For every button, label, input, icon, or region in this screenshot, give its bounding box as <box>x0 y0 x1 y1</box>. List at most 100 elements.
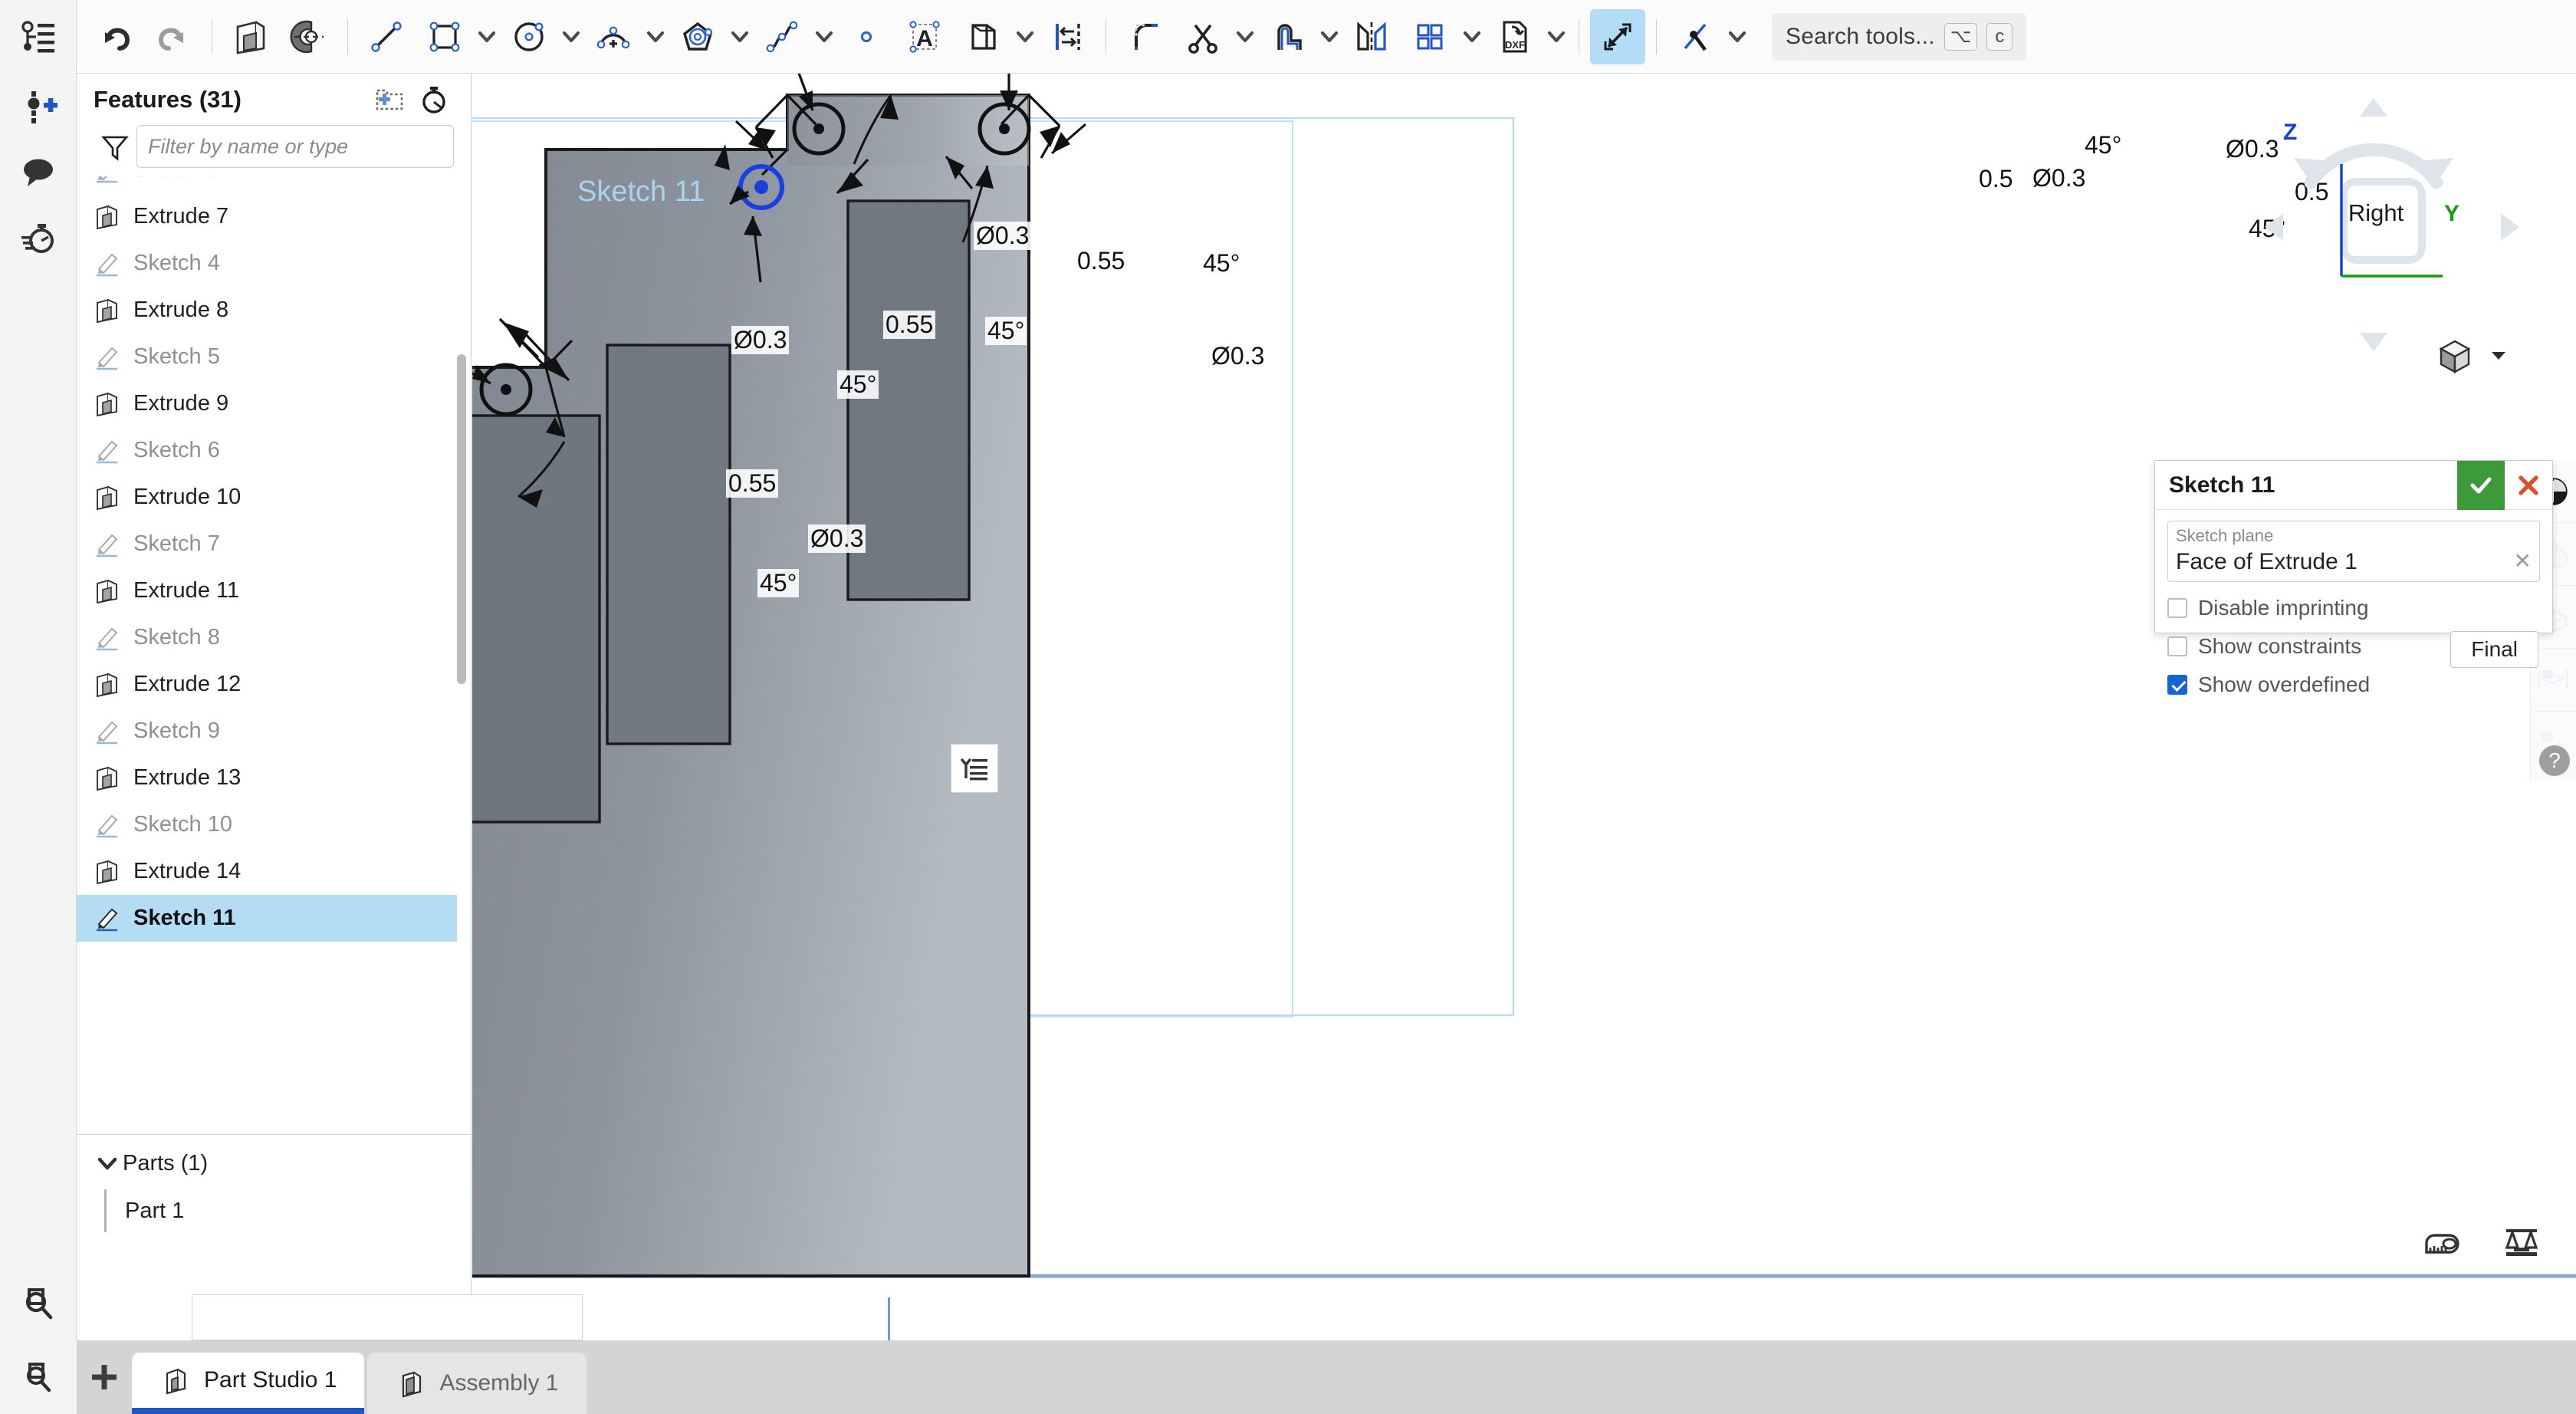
rollback-timer-button[interactable] <box>414 80 454 120</box>
graphics-viewport[interactable]: Sketch 11 Ø0.345°Ø0.30.50.545°Ø0.30.5545… <box>472 74 2576 1340</box>
feature-item-sketch-7[interactable]: Sketch 7 <box>77 521 457 567</box>
feature-item-sketch-4[interactable]: Sketch 4 <box>77 240 457 287</box>
feature-item-extrude-10[interactable]: Extrude 10 <box>77 474 457 521</box>
polygon-tool-button[interactable] <box>670 9 725 64</box>
final-button[interactable]: Final <box>2450 631 2538 668</box>
spline-dropdown[interactable] <box>811 9 837 64</box>
parts-header[interactable]: Parts (1) <box>77 1139 472 1187</box>
insert-feature-button[interactable] <box>0 74 77 140</box>
point-tool-button[interactable] <box>839 9 894 64</box>
sketch-accept-button[interactable] <box>2457 460 2505 510</box>
feature-item-sketch-3[interactable]: Sketch 3 <box>77 176 457 193</box>
undo-button[interactable] <box>87 9 143 64</box>
tab-resize-handle[interactable] <box>888 1297 890 1340</box>
arc-tool-button[interactable] <box>586 9 641 64</box>
dimension-label-d2[interactable]: 45° <box>2082 131 2124 159</box>
circle-dropdown[interactable] <box>558 9 584 64</box>
arc-dropdown[interactable] <box>642 9 669 64</box>
dimension-tool-button[interactable] <box>1590 8 1645 64</box>
linear-pattern-button[interactable] <box>1402 9 1457 64</box>
mirror-tool-button[interactable] <box>1344 9 1399 64</box>
line-tool-button[interactable] <box>359 9 414 64</box>
polygon-dropdown[interactable] <box>727 9 753 64</box>
feature-list[interactable]: Extrude 6Sketch 3Extrude 7Sketch 4Extrud… <box>77 176 472 1135</box>
feature-item-extrude-7[interactable]: Extrude 7 <box>77 193 457 240</box>
disable-imprinting-row[interactable]: Disable imprinting <box>2167 596 2540 620</box>
dimension-label-d10[interactable]: Ø0.3 <box>731 326 790 354</box>
feature-list-scrollbar[interactable] <box>457 354 466 684</box>
dimension-label-d17[interactable]: 45° <box>757 569 800 597</box>
use-project-button[interactable] <box>955 9 1010 64</box>
view-cube[interactable]: Right Z Y <box>2197 84 2550 376</box>
sketch-plane-field[interactable]: Sketch plane Face of Extrude 1 ✕ <box>2167 521 2540 582</box>
text-tool-button[interactable]: A <box>897 9 952 64</box>
rectangle-dropdown[interactable] <box>474 9 500 64</box>
sketch-plane-button[interactable] <box>281 9 337 64</box>
sketch-cancel-button[interactable] <box>2505 461 2552 510</box>
tab-part-studio-1[interactable]: Part Studio 1 <box>132 1353 365 1414</box>
extend-dropdown[interactable] <box>1316 9 1342 64</box>
dimension-label-d7[interactable]: Ø0.3 <box>974 222 1032 250</box>
feature-item-sketch-5[interactable]: Sketch 5 <box>77 334 457 380</box>
constraint-tool-button[interactable] <box>1668 9 1723 64</box>
feature-item-extrude-9[interactable]: Extrude 9 <box>77 380 457 427</box>
feature-item-sketch-10[interactable]: Sketch 10 <box>77 801 457 848</box>
help-button[interactable]: ? <box>2539 745 2570 776</box>
part-studio-button[interactable] <box>223 9 278 64</box>
dimension-label-d13[interactable]: 45° <box>1201 249 1243 278</box>
redo-button[interactable] <box>146 9 201 64</box>
dimension-label-d8[interactable]: 0.55 <box>1075 247 1128 275</box>
history-button[interactable] <box>0 206 77 271</box>
constraint-dropdown[interactable] <box>1724 9 1750 64</box>
dimension-label-d14[interactable]: Ø0.3 <box>1209 342 1267 370</box>
tab-search-button[interactable] <box>0 1340 77 1414</box>
spline-tool-button[interactable] <box>754 9 810 64</box>
show-overdefined-checkbox[interactable] <box>2167 675 2187 695</box>
feature-item-extrude-12[interactable]: Extrude 12 <box>77 661 457 708</box>
new-folder-button[interactable] <box>370 80 409 120</box>
trim-dropdown[interactable] <box>1232 9 1258 64</box>
fillet-tool-button[interactable] <box>1117 9 1172 64</box>
show-overdefined-row[interactable]: Show overdefined <box>2167 672 2540 697</box>
export-dropdown[interactable] <box>1543 9 1569 64</box>
search-document-button[interactable] <box>0 1267 77 1340</box>
search-tools-input[interactable]: Search tools... ⌥ c <box>1772 12 2027 61</box>
tab-assembly-1[interactable]: Assembly 1 <box>367 1353 586 1414</box>
mass-properties-button[interactable] <box>2498 1216 2545 1264</box>
dimension-label-d9[interactable]: 45° <box>985 317 1027 345</box>
filter-input[interactable] <box>136 125 454 168</box>
dimension-label-d16[interactable]: Ø0.3 <box>808 524 866 553</box>
dimension-label-d11[interactable]: 0.55 <box>883 311 936 339</box>
feature-item-sketch-11[interactable]: Sketch 11 <box>77 895 457 942</box>
extend-tool-button[interactable] <box>1260 9 1315 64</box>
feature-tree-toggle[interactable] <box>0 0 77 74</box>
feature-item-sketch-8[interactable]: Sketch 8 <box>77 614 457 661</box>
trim-tool-button[interactable] <box>1175 9 1230 64</box>
view-style-control[interactable] <box>2435 336 2510 376</box>
circle-tool-button[interactable] <box>501 9 557 64</box>
feature-item-sketch-6[interactable]: Sketch 6 <box>77 427 457 474</box>
feature-item-extrude-8[interactable]: Extrude 8 <box>77 287 457 334</box>
dimension-label-d1[interactable]: Ø0.3 <box>2030 164 2088 192</box>
offset-tool-button[interactable] <box>1040 9 1095 64</box>
filter-funnel-button[interactable] <box>94 131 136 162</box>
feature-item-sketch-9[interactable]: Sketch 9 <box>77 708 457 755</box>
dimension-label-d5[interactable]: 0.5 <box>1976 165 2016 193</box>
dimension-label-d12[interactable]: 45° <box>837 370 879 399</box>
feature-item-extrude-11[interactable]: Extrude 11 <box>77 567 457 614</box>
comments-button[interactable] <box>0 140 77 206</box>
measure-button[interactable] <box>2420 1216 2467 1264</box>
show-constraints-checkbox[interactable] <box>2167 636 2187 656</box>
sketch-panel-toggle[interactable] <box>951 744 998 793</box>
part-list-item[interactable]: Part 1 <box>77 1187 472 1235</box>
rectangle-tool-button[interactable] <box>417 9 472 64</box>
use-project-dropdown[interactable] <box>1012 9 1038 64</box>
dimension-label-d15[interactable]: 0.55 <box>726 469 779 498</box>
disable-imprinting-checkbox[interactable] <box>2167 598 2187 618</box>
add-tab-button[interactable] <box>77 1340 132 1414</box>
feature-item-extrude-14[interactable]: Extrude 14 <box>77 848 457 895</box>
pattern-dropdown[interactable] <box>1459 9 1485 64</box>
feature-item-extrude-13[interactable]: Extrude 13 <box>77 755 457 801</box>
clear-icon[interactable]: ✕ <box>2514 548 2532 574</box>
export-dxf-button[interactable]: DXF <box>1487 9 1542 64</box>
